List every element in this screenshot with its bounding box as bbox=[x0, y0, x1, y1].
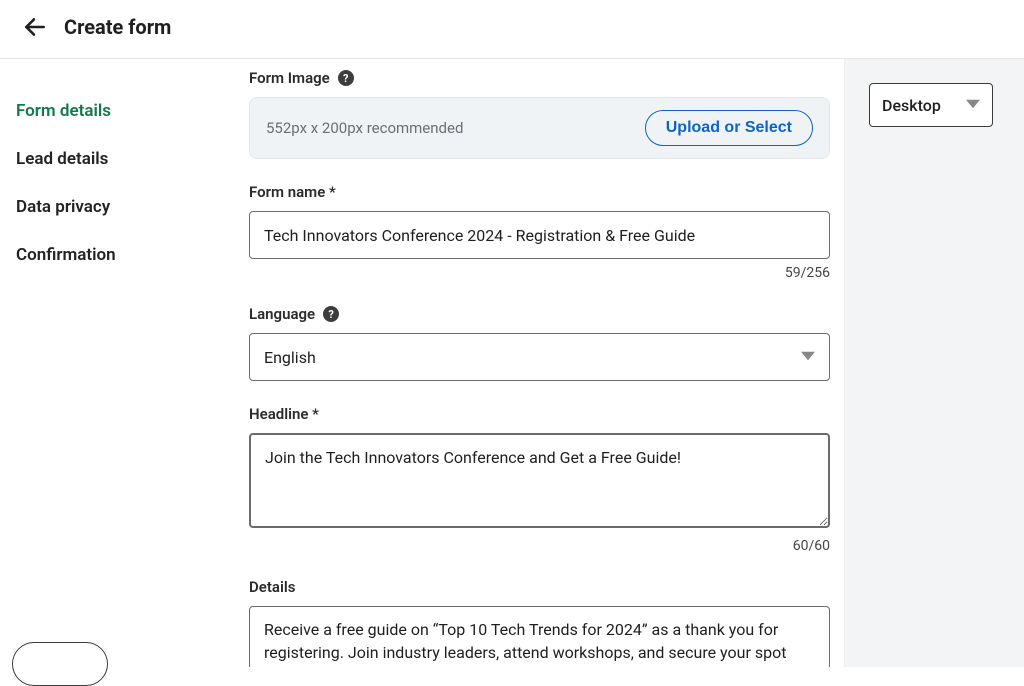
help-icon[interactable]: ? bbox=[338, 70, 354, 86]
section-headline: Headline * 60/60 bbox=[249, 405, 830, 554]
page-header: Create form bbox=[0, 0, 1024, 59]
footer-pill-button[interactable] bbox=[12, 642, 108, 686]
form-image-label: Form Image bbox=[249, 69, 330, 87]
device-preview-value: Desktop bbox=[882, 96, 941, 115]
upload-or-select-button[interactable]: Upload or Select bbox=[645, 110, 813, 146]
chevron-down-icon bbox=[966, 96, 980, 115]
form-name-input[interactable] bbox=[249, 211, 830, 259]
form-image-hint: 552px x 200px recommended bbox=[266, 119, 463, 137]
sidebar: Form details Lead details Data privacy C… bbox=[0, 59, 235, 667]
back-arrow-icon[interactable] bbox=[22, 14, 48, 40]
section-form-name: Form name * 59/256 bbox=[249, 183, 830, 281]
preview-panel: Desktop bbox=[844, 59, 1024, 667]
form-image-upload-area: 552px x 200px recommended Upload or Sele… bbox=[249, 97, 830, 159]
page-title: Create form bbox=[64, 15, 171, 39]
details-label: Details bbox=[249, 578, 295, 596]
chevron-down-icon bbox=[801, 348, 815, 367]
form-editor: Form Image ? 552px x 200px recommended U… bbox=[235, 59, 844, 667]
headline-input[interactable] bbox=[249, 433, 830, 528]
device-preview-select[interactable]: Desktop bbox=[869, 83, 993, 127]
help-icon[interactable]: ? bbox=[323, 306, 339, 322]
details-input[interactable] bbox=[249, 606, 830, 667]
sidebar-item-data-privacy[interactable]: Data privacy bbox=[16, 183, 235, 231]
section-form-image: Form Image ? 552px x 200px recommended U… bbox=[249, 69, 830, 159]
language-select[interactable]: English bbox=[249, 333, 830, 381]
sidebar-item-confirmation[interactable]: Confirmation bbox=[16, 231, 235, 279]
language-label: Language bbox=[249, 305, 315, 323]
form-name-label: Form name * bbox=[249, 183, 336, 201]
sidebar-item-lead-details[interactable]: Lead details bbox=[16, 135, 235, 183]
section-language: Language ? English bbox=[249, 305, 830, 381]
headline-counter: 60/60 bbox=[249, 538, 830, 554]
language-value: English bbox=[264, 348, 316, 367]
headline-label: Headline * bbox=[249, 405, 319, 423]
form-name-counter: 59/256 bbox=[249, 265, 830, 281]
section-details: Details bbox=[249, 578, 830, 667]
sidebar-item-form-details[interactable]: Form details bbox=[16, 87, 235, 135]
